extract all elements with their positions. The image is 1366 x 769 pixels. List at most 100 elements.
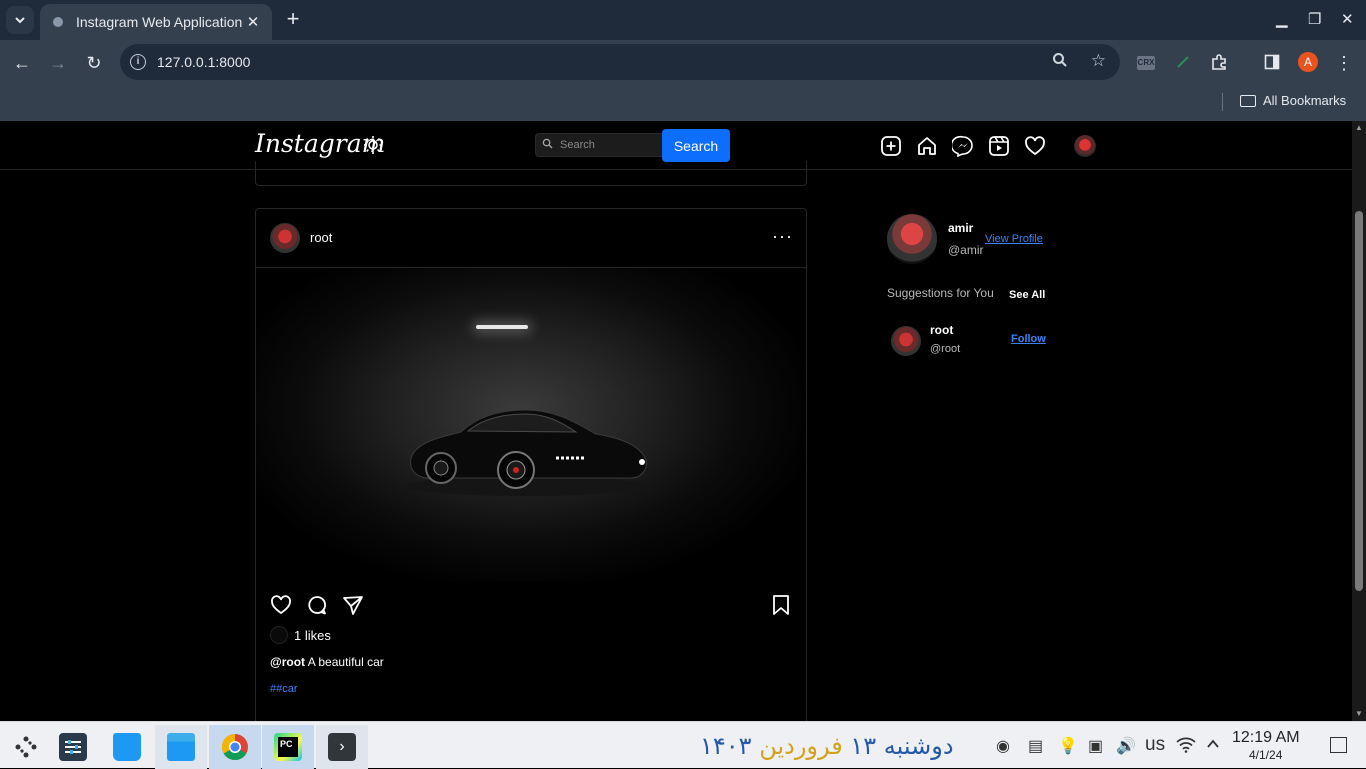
bookmark-star-icon[interactable]: ☆ bbox=[1091, 51, 1106, 71]
terminal-taskbar-icon[interactable]: › bbox=[316, 725, 368, 769]
search-field[interactable] bbox=[535, 133, 663, 157]
caption-username[interactable]: @root bbox=[270, 655, 305, 669]
ceiling-light bbox=[476, 325, 528, 329]
new-tab-button[interactable]: + bbox=[282, 8, 304, 31]
back-button[interactable]: ← bbox=[11, 52, 33, 74]
tab-title: Instagram Web Application bbox=[76, 14, 243, 30]
scroll-up-icon[interactable]: ▲ bbox=[1355, 123, 1363, 132]
post-card: root ··· 1 likes @root A beautiful car #… bbox=[255, 208, 807, 721]
bookmarks-bar: All Bookmarks bbox=[0, 85, 1366, 121]
show-desktop-button[interactable] bbox=[1330, 737, 1347, 753]
profile-avatar-button[interactable]: A bbox=[1298, 52, 1318, 72]
share-icon[interactable] bbox=[342, 594, 364, 616]
site-info-icon[interactable]: i bbox=[130, 54, 146, 70]
current-user-avatar[interactable] bbox=[887, 214, 937, 264]
page-scrollbar[interactable]: ▲ ▼ bbox=[1352, 121, 1366, 721]
minimize-button[interactable]: ▁ bbox=[1276, 10, 1288, 28]
profile-avatar[interactable] bbox=[1074, 135, 1096, 157]
app-launcher-icon[interactable] bbox=[0, 725, 52, 769]
keyboard-layout-indicator[interactable]: us bbox=[1145, 734, 1165, 756]
updates-tray-icon[interactable]: ◉ bbox=[996, 736, 1010, 756]
system-settings-icon[interactable] bbox=[47, 725, 99, 769]
folder-icon bbox=[1240, 94, 1256, 107]
messenger-icon[interactable] bbox=[952, 135, 974, 157]
persian-date-day: دوشنبه ۱۳ bbox=[850, 732, 954, 760]
post-options-icon[interactable]: ··· bbox=[772, 226, 793, 247]
zoom-icon[interactable] bbox=[1052, 52, 1068, 68]
clock-date[interactable]: 4/1/24 bbox=[1249, 748, 1282, 762]
persian-date-year: ۱۴۰۳ bbox=[700, 732, 752, 760]
pycharm-taskbar-icon[interactable]: PC bbox=[262, 725, 314, 769]
post-header: root ··· bbox=[256, 209, 806, 268]
clock-time[interactable]: 12:19 AM bbox=[1232, 729, 1300, 747]
scroll-thumb[interactable] bbox=[1355, 211, 1363, 591]
post-image[interactable] bbox=[256, 268, 806, 582]
extension-icon[interactable] bbox=[1175, 54, 1191, 70]
extensions-puzzle-icon[interactable] bbox=[1210, 53, 1228, 71]
tab-close-icon[interactable]: ✕ bbox=[244, 13, 262, 31]
browser-tab[interactable]: Instagram Web Application ✕ bbox=[40, 4, 272, 40]
suggestion-handle: @root bbox=[930, 343, 961, 355]
url-text: 127.0.0.1:8000 bbox=[157, 54, 251, 70]
search-input[interactable] bbox=[560, 137, 658, 153]
taskbar: PC › دوشنبه ۱۳ فروردین ۱۴۰۳ ◉ ▤ 💡 ▣ 🔊 us… bbox=[0, 721, 1366, 769]
reload-button[interactable]: ↻ bbox=[83, 52, 105, 74]
create-post-icon[interactable] bbox=[880, 135, 902, 157]
car-silhouette bbox=[406, 409, 647, 496]
tab-favicon-icon bbox=[50, 14, 66, 30]
address-bar[interactable]: i 127.0.0.1:8000 ☆ bbox=[120, 44, 1120, 80]
wifi-tray-icon[interactable] bbox=[1176, 737, 1196, 753]
clipboard-tray-icon[interactable]: ▤ bbox=[1028, 736, 1043, 756]
likes-count[interactable]: 1 likes bbox=[294, 628, 331, 643]
notifications-heart-icon[interactable] bbox=[1024, 135, 1046, 157]
scroll-down-icon[interactable]: ▼ bbox=[1355, 709, 1363, 718]
browser-tab-bar: Instagram Web Application ✕ + ▁ ❐ ✕ bbox=[0, 0, 1366, 40]
discover-store-icon[interactable] bbox=[101, 725, 153, 769]
caption-text: A beautiful car bbox=[307, 655, 384, 669]
crx-extension-icon[interactable]: CRX bbox=[1137, 56, 1155, 70]
view-profile-link[interactable]: View Profile bbox=[985, 233, 1043, 245]
current-user-name: amir bbox=[948, 221, 974, 235]
current-user-handle: @amir bbox=[948, 243, 984, 257]
side-panel-icon[interactable] bbox=[1264, 54, 1280, 70]
search-button[interactable]: Search bbox=[662, 129, 730, 162]
vault-tray-icon[interactable]: ▣ bbox=[1088, 736, 1103, 756]
chevron-down-icon bbox=[15, 17, 25, 24]
chrome-taskbar-icon[interactable] bbox=[209, 725, 261, 769]
reels-icon[interactable] bbox=[988, 135, 1010, 157]
save-bookmark-icon[interactable] bbox=[770, 594, 792, 616]
tab-search-button[interactable] bbox=[6, 6, 34, 34]
post-author-username[interactable]: root bbox=[310, 230, 332, 245]
like-heart-icon[interactable] bbox=[270, 594, 292, 616]
persian-date[interactable]: دوشنبه ۱۳ فروردین ۱۴۰۳ bbox=[700, 732, 954, 760]
restore-button[interactable]: ❐ bbox=[1308, 10, 1321, 28]
bookmarks-separator bbox=[1222, 93, 1223, 111]
home-icon[interactable] bbox=[916, 135, 938, 157]
file-manager-icon[interactable] bbox=[155, 725, 207, 769]
forward-button[interactable]: → bbox=[47, 52, 69, 74]
suggestion-name: root bbox=[930, 323, 954, 337]
follow-button[interactable]: Follow bbox=[1011, 333, 1046, 345]
window-close-button[interactable]: ✕ bbox=[1341, 10, 1354, 28]
theme-toggle-sun-icon[interactable] bbox=[363, 135, 383, 155]
see-all-link[interactable]: See All bbox=[1009, 289, 1045, 301]
volume-tray-icon[interactable]: 🔊 bbox=[1116, 736, 1136, 756]
all-bookmarks-label: All Bookmarks bbox=[1263, 93, 1347, 108]
search-icon bbox=[542, 138, 553, 149]
suggestion-avatar[interactable] bbox=[891, 326, 921, 356]
browser-menu-icon[interactable]: ⋮ bbox=[1333, 52, 1355, 74]
post-caption: @root A beautiful car bbox=[270, 655, 384, 669]
previous-post-card bbox=[255, 161, 807, 186]
comment-icon[interactable] bbox=[306, 594, 328, 616]
liker-avatar bbox=[270, 626, 288, 644]
likes-row: 1 likes bbox=[270, 626, 331, 644]
browser-toolbar: ← → ↻ i 127.0.0.1:8000 ☆ CRX A ⋮ bbox=[0, 40, 1366, 85]
persian-date-month: فروردین bbox=[759, 732, 843, 760]
post-actions bbox=[256, 582, 806, 626]
post-author-avatar[interactable] bbox=[270, 223, 300, 253]
chevron-up-icon[interactable] bbox=[1206, 738, 1220, 750]
night-light-tray-icon[interactable]: 💡 bbox=[1058, 736, 1078, 756]
all-bookmarks-button[interactable]: All Bookmarks bbox=[1240, 93, 1346, 108]
post-hashtag[interactable]: ##car bbox=[270, 683, 298, 695]
suggestions-title: Suggestions for You bbox=[887, 286, 994, 300]
